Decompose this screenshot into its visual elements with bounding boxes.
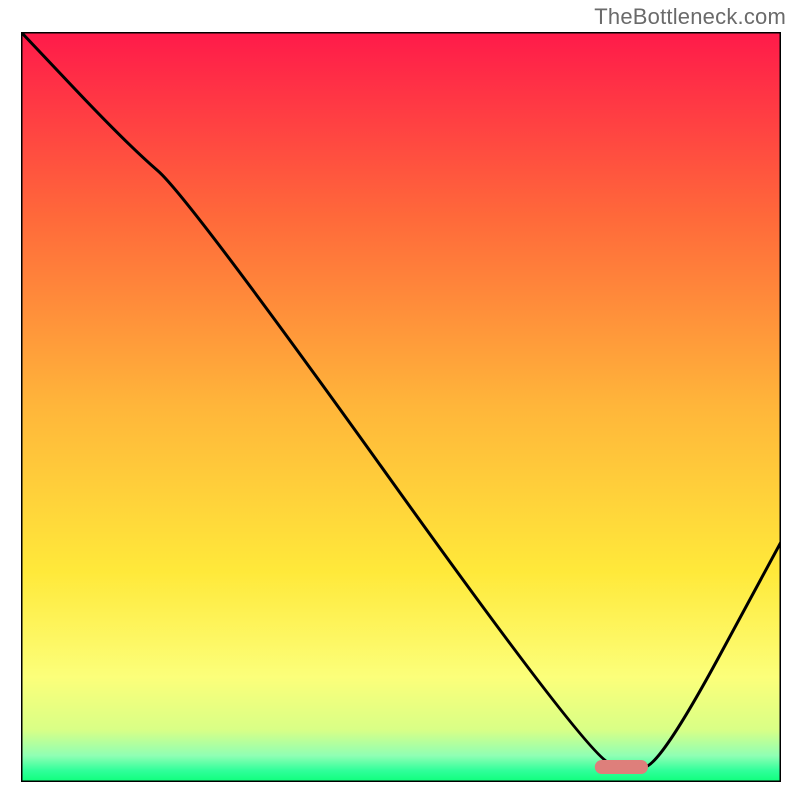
gradient-background (21, 32, 781, 782)
watermark-text: TheBottleneck.com (594, 4, 786, 30)
chart-container: TheBottleneck.com (0, 0, 800, 800)
marker-layer (595, 760, 648, 774)
plot-area (21, 32, 781, 782)
optimal-range-marker (595, 760, 648, 774)
bottleneck-chart (21, 32, 781, 782)
